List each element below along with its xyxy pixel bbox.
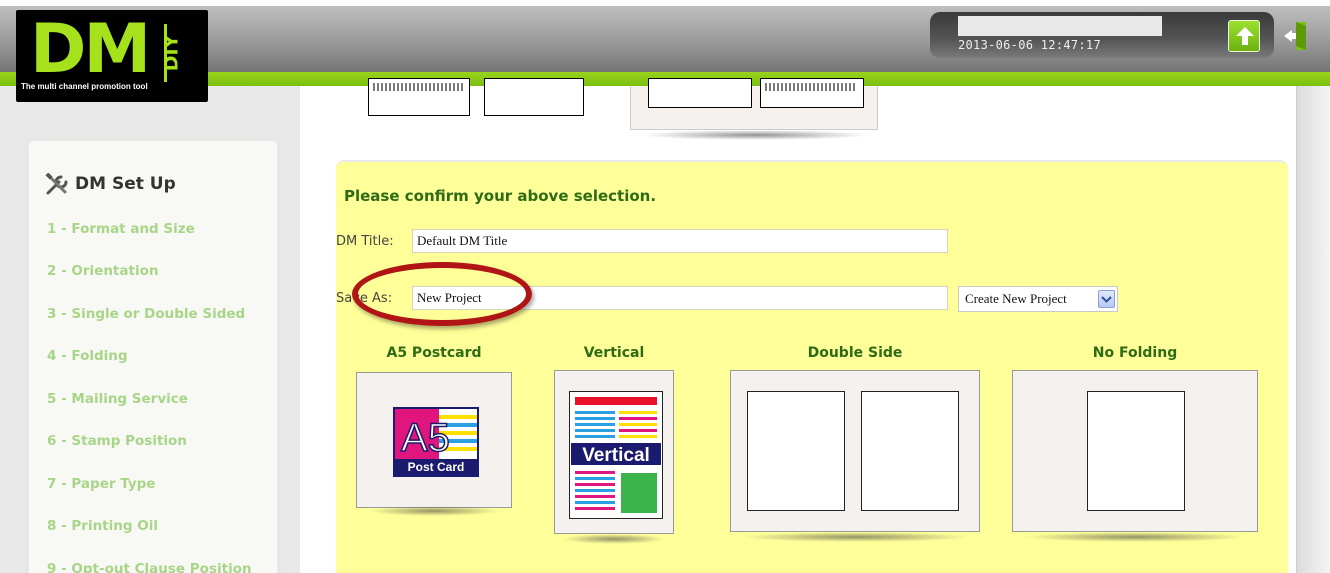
double-side-card[interactable] [730,370,980,532]
card-shadow-3 [740,532,972,542]
sidebar-item-mailing[interactable]: 5 - Mailing Service [47,391,188,407]
tray-shadow [640,130,870,140]
card-shadow-4 [1022,532,1248,542]
vertical-card[interactable]: Vertical [554,370,674,534]
preview-thumb-4 [760,78,864,108]
preview-thumb-1 [368,78,470,116]
logo-dm-text: DM [30,10,151,89]
option-heading-format: A5 Postcard [386,345,482,361]
header-top-edge [0,0,1330,6]
upload-button[interactable] [1228,20,1260,52]
project-select[interactable]: Create New Project [958,286,1118,312]
sidebar-item-printing-oil[interactable]: 8 - Printing Oil [47,518,158,534]
tools-icon [45,173,68,195]
sidebar-item-folding[interactable]: 4 - Folding [47,348,128,364]
page-front [747,391,845,511]
svg-text:Post Card: Post Card [408,460,465,474]
confirm-message: Please confirm your above selection. [344,187,657,205]
logo-tagline: The multi channel promotion tool [21,82,148,91]
card-shadow-2 [562,534,666,544]
current-datetime: 2013-06-06 12:47:17 [958,38,1101,52]
chevron-down-icon[interactable] [1098,290,1115,308]
logout-icon[interactable] [1282,20,1310,52]
arrow-up-icon [1236,27,1254,45]
no-folding-card[interactable] [1012,370,1258,532]
project-select-value: Create New Project [965,291,1067,306]
svg-text:A5: A5 [401,416,450,460]
preview-thumb-3 [648,78,752,108]
vertical-orientation-icon: Vertical [569,391,663,519]
preview-thumb-2 [484,78,584,116]
sidebar-item-format-size[interactable]: 1 - Format and Size [47,221,195,237]
username-field [958,16,1162,36]
sidebar-item-orientation[interactable]: 2 - Orientation [47,263,158,279]
sidebar-item-paper[interactable]: 7 - Paper Type [47,476,155,492]
dm-diy-logo[interactable]: DM DIY The multi channel promotion tool [16,10,208,102]
svg-text:Vertical: Vertical [582,445,650,466]
sidebar-item-sides[interactable]: 3 - Single or Double Sided [47,306,245,322]
a5-postcard-card[interactable]: A5 Post Card [356,372,512,508]
page-back [861,391,959,511]
highlight-oval [352,262,532,326]
sidebar-item-stamp[interactable]: 6 - Stamp Position [47,433,187,449]
sidebar-title: DM Set Up [45,173,176,195]
a5-postcard-icon: A5 Post Card [393,407,479,477]
option-heading-orientation: Vertical [583,345,645,361]
page-single [1087,391,1185,511]
sidebar-item-optout[interactable]: 9 - Opt-out Clause Position [47,561,252,573]
option-heading-sides: Double Side [807,345,903,361]
dm-title-label: DM Title: [336,234,394,249]
dm-title-input[interactable]: Default DM Title [412,229,948,253]
setup-sidebar: DM Set Up 1 - Format and Size 2 - Orient… [28,140,278,573]
option-heading-folding: No Folding [1092,345,1178,361]
right-scroll-strip [1296,86,1330,573]
logo-diy-mark: DIY [160,24,192,82]
card-shadow-1 [368,506,500,516]
